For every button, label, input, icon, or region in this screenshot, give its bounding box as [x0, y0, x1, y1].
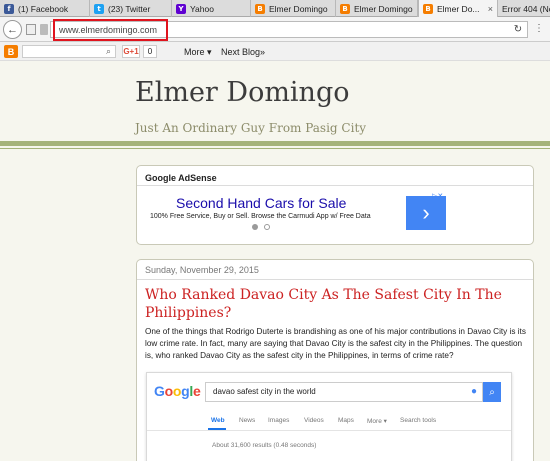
chevron-right-icon: ›	[422, 200, 430, 225]
post-date: Sunday, November 29, 2015	[145, 265, 259, 275]
tab-label: (1) Facebook	[18, 3, 69, 14]
search-tab: Maps	[338, 417, 354, 424]
logo-letter: o	[172, 383, 182, 399]
ad-headline-link[interactable]: Second Hand Cars for Sale	[176, 195, 346, 211]
carousel-dot[interactable]	[264, 224, 270, 230]
microphone-icon: ●	[471, 386, 478, 397]
ad-description: 100% Free Service, Buy or Sell. Browse t…	[150, 213, 371, 220]
google-logo: Google	[154, 383, 201, 399]
search-tab: Videos	[304, 417, 324, 424]
blogger-icon: B	[255, 3, 265, 14]
search-tab: More ▾	[367, 418, 387, 425]
tab-label: (23) Twitter	[108, 3, 151, 14]
browser-tab[interactable]: Error 404 (No	[498, 0, 550, 17]
post-divider	[137, 279, 533, 280]
post-title-link[interactable]: Who Ranked Davao City As The Safest City…	[145, 286, 525, 322]
ad-arrow-button[interactable]: ›	[406, 196, 446, 230]
next-blog-link[interactable]: Next Blog»	[221, 47, 265, 57]
lock-icon	[40, 24, 48, 35]
blogger-logo-icon[interactable]: B	[4, 45, 18, 58]
plus-one-count: 0	[143, 45, 157, 58]
more-menu-link[interactable]: More ▾	[184, 47, 212, 58]
tab-label: Yahoo	[190, 3, 214, 14]
blog-title[interactable]: Elmer Domingo	[135, 77, 349, 108]
search-icon: ⌕	[483, 382, 501, 402]
adchoices-icon[interactable]: ▷✕	[432, 192, 443, 200]
header-divider-thin	[0, 148, 550, 149]
tab-label: Elmer Do...	[437, 4, 480, 14]
browser-tab[interactable]: Y Yahoo	[172, 0, 251, 17]
page-icon	[26, 24, 36, 35]
tab-label: Elmer Domingo	[269, 3, 328, 14]
logo-letter: e	[192, 383, 201, 399]
menu-icon[interactable]: ⋮	[534, 23, 544, 34]
tab-label: Elmer Domingo	[354, 3, 413, 14]
search-query: davao safest city in the world	[213, 387, 316, 396]
browser-tab[interactable]: B Elmer Do... ×	[418, 0, 498, 18]
browser-tab[interactable]: f (1) Facebook	[0, 0, 90, 17]
header-divider	[0, 141, 550, 146]
tabs-divider	[147, 430, 511, 431]
search-tab: News	[239, 417, 256, 424]
blogger-icon: B	[340, 3, 350, 14]
facebook-icon: f	[4, 3, 14, 14]
reload-icon: ↻	[513, 24, 523, 35]
browser-tab[interactable]: B Elmer Domingo	[251, 0, 336, 17]
close-icon[interactable]: ×	[488, 4, 493, 14]
yahoo-icon: Y	[176, 3, 186, 14]
browser-tab[interactable]: B Elmer Domingo	[336, 0, 418, 17]
back-arrow-icon: ←	[7, 23, 18, 36]
result-stats: About 31,600 results (0.48 seconds)	[212, 442, 317, 449]
widget-title: Google AdSense	[145, 173, 217, 183]
blog-description: Just An Ordinary Guy From Pasig City	[135, 121, 367, 135]
logo-letter: o	[164, 383, 174, 399]
widget-divider	[137, 185, 533, 186]
blog-search-input[interactable]	[22, 45, 116, 58]
search-tab: Images	[268, 417, 290, 424]
logo-letter: G	[154, 383, 165, 399]
twitter-icon: t	[94, 3, 104, 14]
search-tab: Search tools	[400, 417, 437, 424]
post-body: One of the things that Rodrigo Duterte i…	[145, 327, 526, 360]
tab-label: Error 404 (No	[502, 3, 550, 14]
carousel-dot-active[interactable]	[252, 224, 258, 230]
back-button[interactable]: ←	[3, 20, 22, 39]
url-highlight-annotation	[53, 19, 168, 41]
google-plus-one-button[interactable]: G+1	[122, 45, 140, 58]
blogger-icon: B	[423, 4, 433, 14]
search-tab: Web	[211, 417, 225, 424]
search-icon[interactable]: ⌕	[106, 46, 111, 57]
reload-button[interactable]: ↻	[508, 21, 528, 38]
browser-tab[interactable]: t (23) Twitter	[90, 0, 172, 17]
